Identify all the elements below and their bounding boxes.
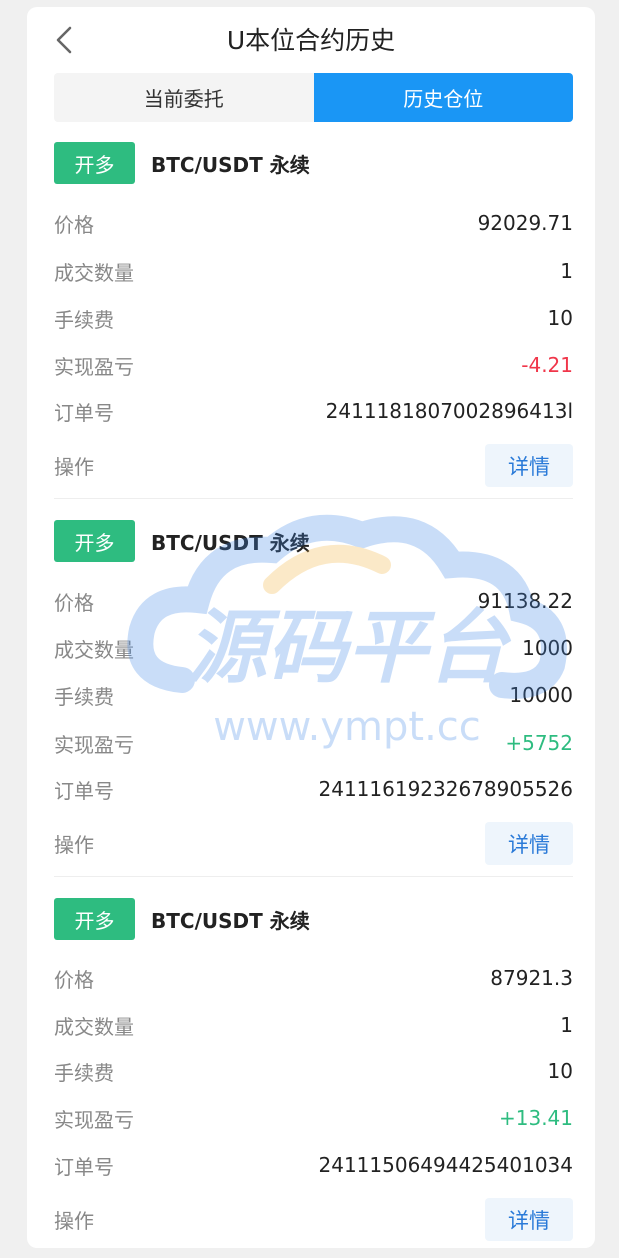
action-row: 操作 详情 [54, 444, 573, 487]
order-no-value: 2411181807002896413l [325, 399, 573, 423]
action-row: 操作 详情 [54, 1198, 573, 1241]
order-header: 开多 BTC/USDT 永续 [54, 520, 310, 562]
order-no-value: 24111506494425401034 [318, 1153, 574, 1177]
fee-label: 手续费 [54, 1060, 114, 1085]
symbol-label: BTC/USDT 永续 [151, 530, 310, 555]
fee-label: 手续费 [54, 684, 114, 709]
action-label: 操作 [54, 1209, 94, 1233]
order-list: 开多 BTC/USDT 永续 价格 92029.71 成交数量 1 手续费 10… [54, 122, 573, 1248]
detail-button[interactable]: 详情 [485, 1198, 573, 1241]
pnl-value: +5752 [505, 731, 573, 755]
order-no-row: 订单号 2411161923267890552​6 [54, 774, 573, 804]
price-value: 91138.22 [477, 589, 573, 613]
pnl-row: 实现盈亏 +13.41 [54, 1103, 573, 1133]
pnl-row: 实现盈亏 +5752 [54, 728, 573, 758]
side-badge: 开多 [54, 142, 135, 184]
price-label: 价格 [54, 967, 94, 992]
price-label: 价格 [54, 212, 94, 237]
header: U本位合约历史 [27, 7, 595, 73]
divider [54, 498, 573, 499]
qty-row: 成交数量 1000 [54, 633, 573, 663]
pnl-value: +13.41 [498, 1106, 573, 1130]
tab-history-positions[interactable]: 历史仓位 [313, 73, 573, 122]
order-no-value: 2411161923267890552​6 [318, 777, 574, 801]
price-value: 87921.3 [490, 966, 573, 990]
qty-value: 1 [560, 259, 573, 283]
order-no-label: 订单号 [54, 400, 114, 425]
qty-row: 成交数量 1 [54, 256, 573, 286]
qty-row: 成交数量 1 [54, 1010, 573, 1040]
qty-value: 1 [560, 1013, 573, 1037]
qty-label: 成交数量 [54, 260, 134, 285]
pnl-label: 实现盈亏 [54, 732, 134, 757]
divider [54, 876, 573, 877]
price-row: 价格 91138.22 [54, 586, 573, 616]
order-header: 开多 BTC/USDT 永续 [54, 898, 310, 940]
history-card: U本位合约历史 当前委托 历史仓位 开多 BTC/USDT 永续 价格 9202… [27, 7, 595, 1248]
action-label: 操作 [54, 833, 94, 857]
fee-value: 10000 [509, 683, 573, 707]
pnl-label: 实现盈亏 [54, 1107, 134, 1132]
pnl-label: 实现盈亏 [54, 354, 134, 379]
action-row: 操作 详情 [54, 822, 573, 865]
side-badge: 开多 [54, 520, 135, 562]
fee-value: 10 [547, 306, 573, 330]
price-value: 92029.71 [477, 211, 573, 235]
price-row: 价格 87921.3 [54, 963, 573, 993]
order-card: 开多 BTC/USDT 永续 价格 91138.22 成交数量 1000 手续费… [54, 500, 573, 878]
fee-value: 10 [547, 1059, 573, 1083]
page-title: U本位合约历史 [226, 26, 396, 55]
qty-label: 成交数量 [54, 1014, 134, 1039]
tab-current-orders[interactable]: 当前委托 [54, 73, 314, 122]
qty-label: 成交数量 [54, 637, 134, 662]
symbol-label: BTC/USDT 永续 [151, 152, 310, 177]
tab-bar: 当前委托 历史仓位 [54, 73, 573, 122]
order-no-row: 订单号 2411181807002896413l [54, 396, 573, 426]
pnl-row: 实现盈亏 -4.21 [54, 350, 573, 380]
order-card: 开多 BTC/USDT 永续 价格 87921.3 成交数量 1 手续费 10 … [54, 878, 573, 1248]
fee-row: 手续费 10 [54, 1056, 573, 1086]
detail-button[interactable]: 详情 [485, 444, 573, 487]
qty-value: 1000 [522, 636, 573, 660]
order-no-label: 订单号 [54, 778, 114, 803]
price-row: 价格 92029.71 [54, 208, 573, 238]
detail-button[interactable]: 详情 [485, 822, 573, 865]
side-badge: 开多 [54, 898, 135, 940]
order-no-row: 订单号 24111506494425401034 [54, 1150, 573, 1180]
action-label: 操作 [54, 455, 94, 479]
fee-label: 手续费 [54, 307, 114, 332]
order-card: 开多 BTC/USDT 永续 价格 92029.71 成交数量 1 手续费 10… [54, 122, 573, 500]
fee-row: 手续费 10000 [54, 680, 573, 710]
price-label: 价格 [54, 590, 94, 615]
pnl-value: -4.21 [521, 353, 573, 377]
order-no-label: 订单号 [54, 1154, 114, 1179]
order-header: 开多 BTC/USDT 永续 [54, 142, 310, 184]
fee-row: 手续费 10 [54, 303, 573, 333]
symbol-label: BTC/USDT 永续 [151, 908, 310, 933]
